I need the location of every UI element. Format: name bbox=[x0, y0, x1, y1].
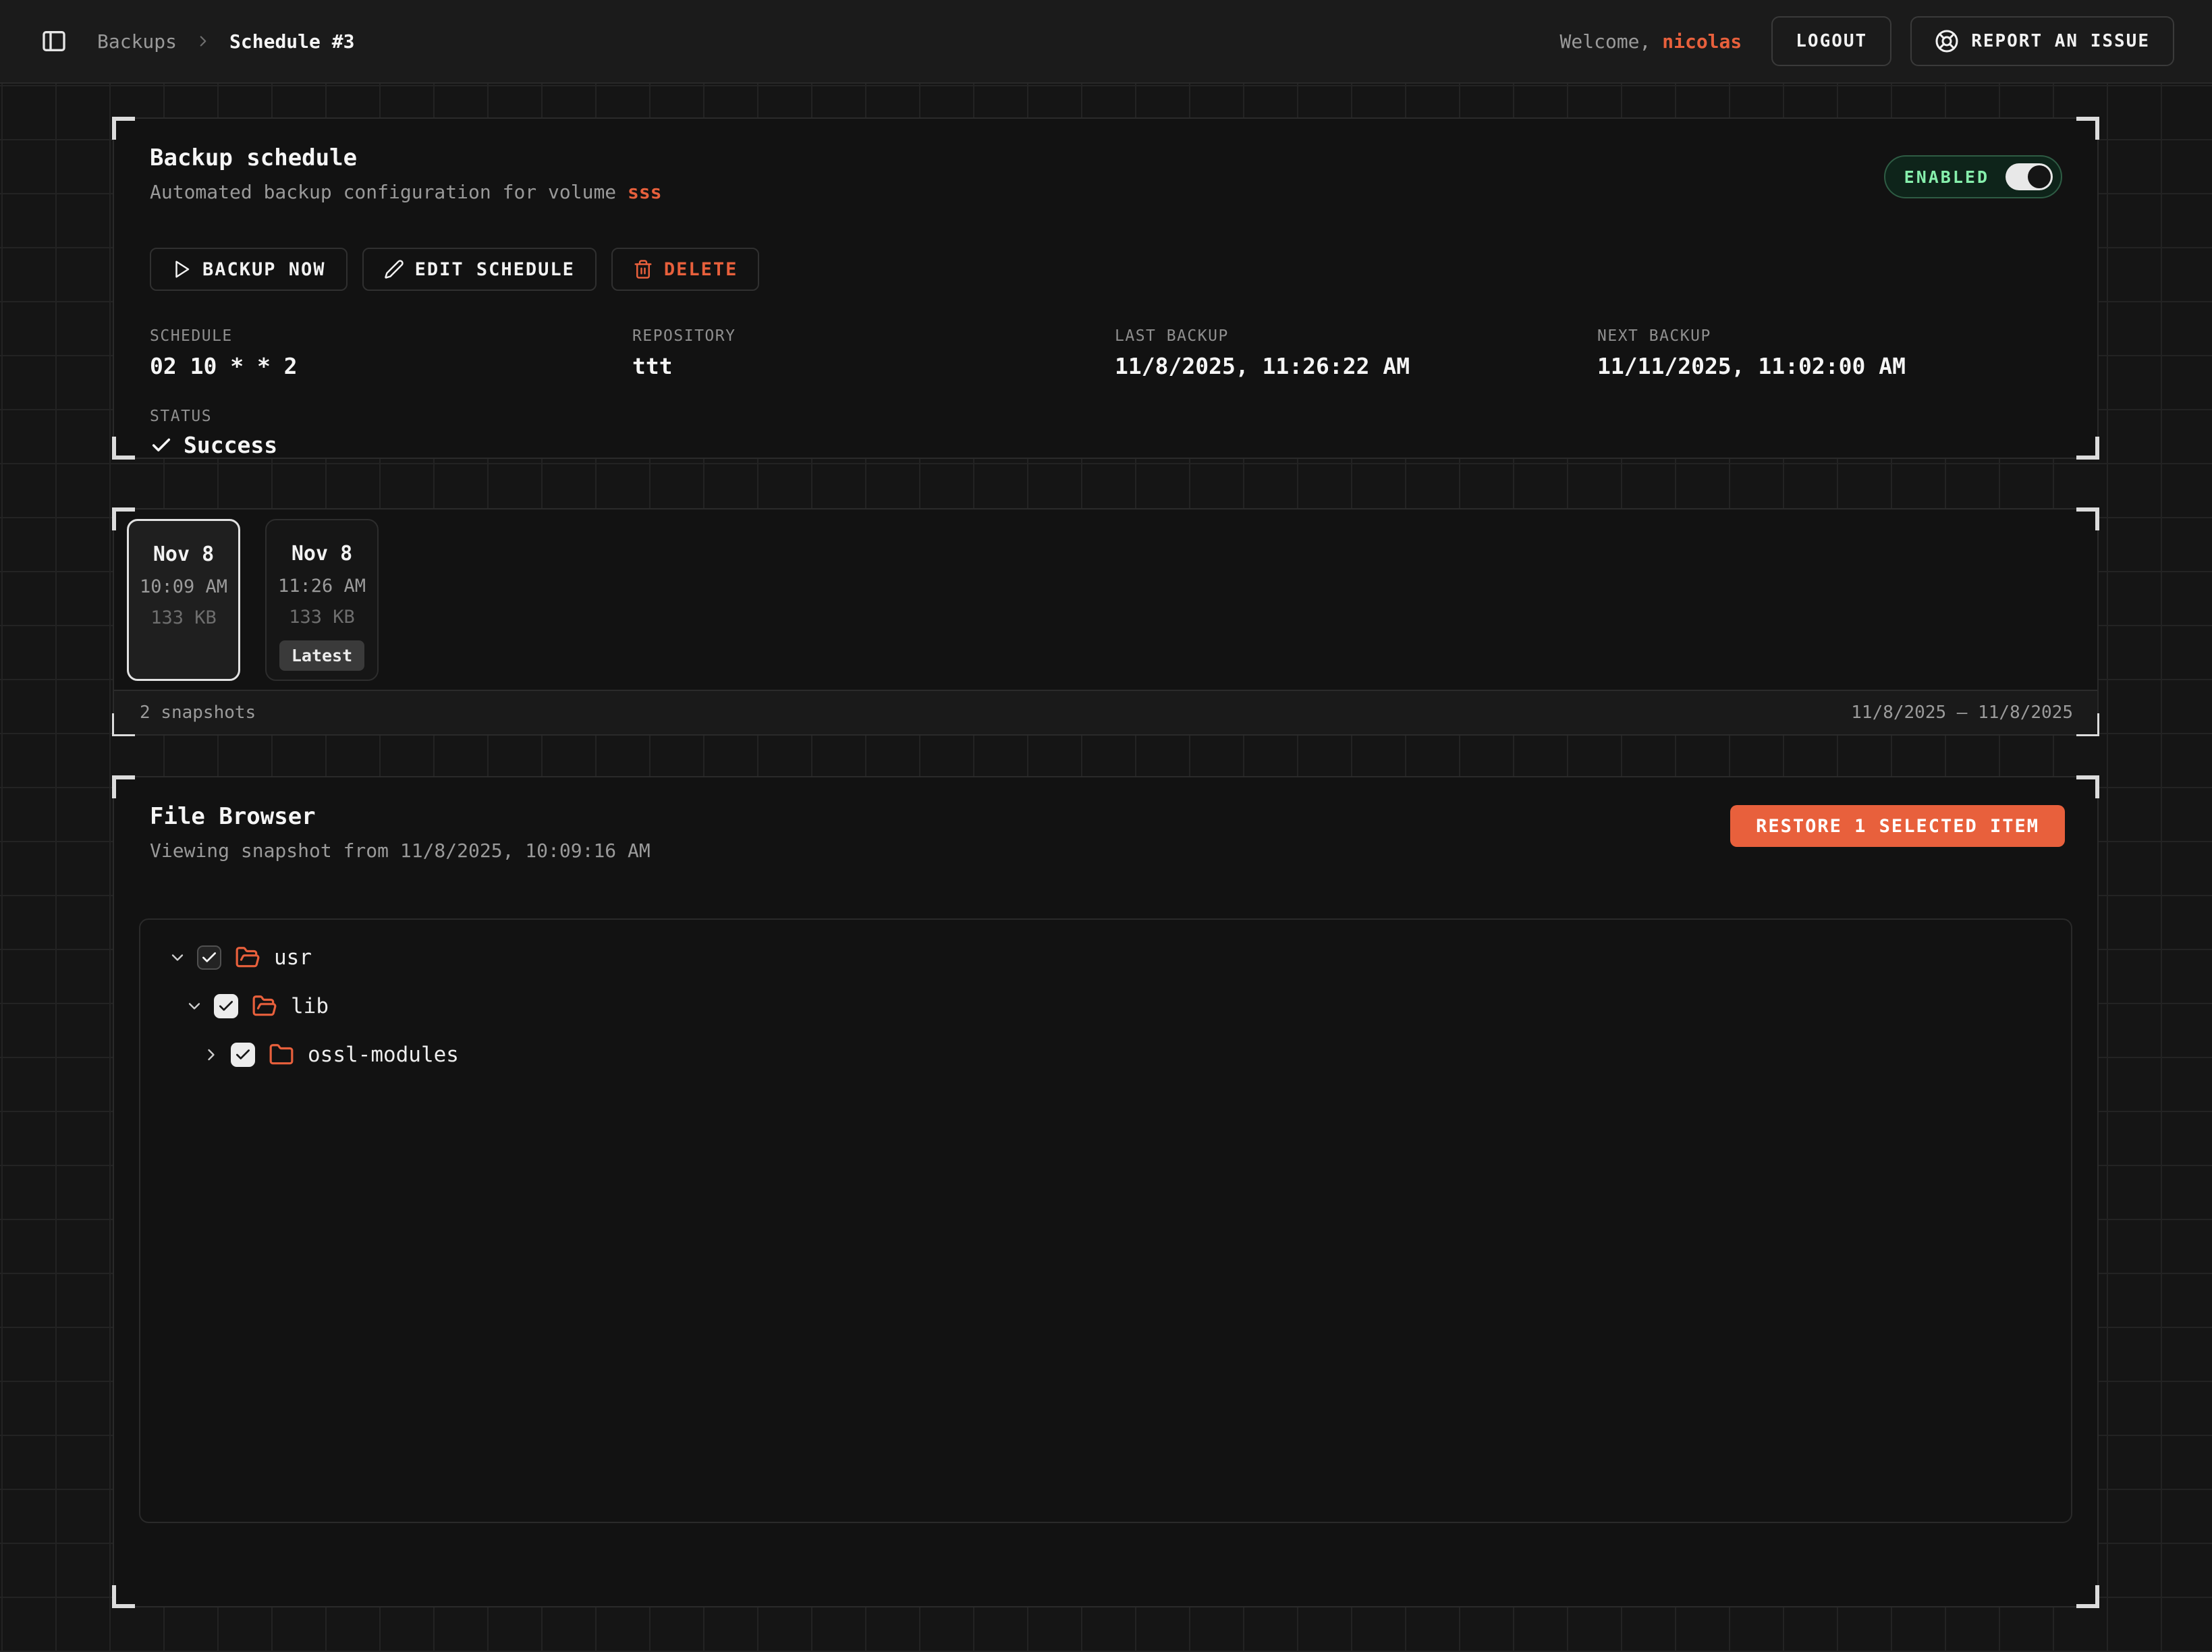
field-label: NEXT BACKUP bbox=[1597, 327, 2080, 345]
field-label: REPOSITORY bbox=[632, 327, 1115, 345]
welcome-text: Welcome, nicolas bbox=[1560, 30, 1742, 53]
chevron-right-icon bbox=[194, 32, 212, 50]
report-issue-label: REPORT AN ISSUE bbox=[1971, 31, 2150, 51]
tree-row-usr[interactable]: usr bbox=[140, 933, 2071, 982]
corner-bracket bbox=[112, 507, 135, 530]
username: nicolas bbox=[1662, 30, 1742, 53]
status-badge: Success bbox=[150, 432, 2064, 458]
welcome-prefix: Welcome, bbox=[1560, 30, 1651, 53]
breadcrumb-current: Schedule #3 bbox=[229, 30, 354, 53]
corner-bracket bbox=[112, 437, 135, 460]
tree-label-lib: lib bbox=[291, 994, 329, 1018]
panel-left-icon bbox=[40, 28, 67, 55]
schedule-card-title: Backup schedule bbox=[150, 144, 2064, 171]
toggle-knob bbox=[2028, 165, 2051, 188]
snapshot-date: Nov 8 bbox=[292, 542, 352, 566]
breadcrumb-backups[interactable]: Backups bbox=[97, 30, 177, 53]
snapshot-count: 2 snapshots bbox=[140, 703, 256, 723]
status-text: Success bbox=[184, 432, 277, 458]
corner-bracket bbox=[2076, 1585, 2099, 1608]
snapshot-date-range: 11/8/2025 – 11/8/2025 bbox=[1851, 703, 2073, 723]
chevron-right-icon[interactable] bbox=[201, 1045, 221, 1064]
enabled-toggle[interactable]: ENABLED bbox=[1884, 155, 2062, 198]
file-browser-card: File Browser Viewing snapshot from 11/8/… bbox=[113, 776, 2099, 1607]
snapshot-size: 133 KB bbox=[289, 607, 355, 628]
enabled-label: ENABLED bbox=[1904, 167, 1989, 187]
tree-row-ossl-modules[interactable]: ossl-modules bbox=[140, 1030, 2071, 1079]
schedule-card-subtitle: Automated backup configuration for volum… bbox=[150, 181, 2064, 203]
latest-badge: Latest bbox=[279, 640, 364, 671]
life-buoy-icon bbox=[1935, 29, 1959, 53]
snapshot-card-latest[interactable]: Nov 8 11:26 AM 133 KB Latest bbox=[265, 519, 379, 681]
snapshot-strip: Nov 8 10:09 AM 133 KB Nov 8 11:26 AM 133… bbox=[114, 510, 2097, 681]
field-label: LAST BACKUP bbox=[1115, 327, 1597, 345]
pencil-icon bbox=[384, 259, 404, 279]
status-label: STATUS bbox=[150, 408, 2064, 425]
delete-button[interactable]: DELETE bbox=[611, 248, 760, 291]
top-bar: Backups Schedule #3 Welcome, nicolas LOG… bbox=[0, 0, 2212, 84]
folder-icon bbox=[269, 1042, 294, 1068]
snapshots-card: Nov 8 10:09 AM 133 KB Nov 8 11:26 AM 133… bbox=[113, 508, 2099, 736]
trash-icon bbox=[633, 259, 653, 279]
field-next-backup: NEXT BACKUP 11/11/2025, 11:02:00 AM bbox=[1597, 327, 2080, 379]
sidebar-toggle-button[interactable] bbox=[40, 28, 67, 55]
restore-selected-button[interactable]: RESTORE 1 SELECTED ITEM bbox=[1730, 805, 2065, 847]
field-value: 11/11/2025, 11:02:00 AM bbox=[1597, 353, 2080, 379]
schedule-actions: BACKUP NOW EDIT SCHEDULE DELETE bbox=[150, 248, 2064, 291]
snapshot-time: 11:26 AM bbox=[278, 576, 366, 597]
field-label: SCHEDULE bbox=[150, 327, 632, 345]
volume-name: sss bbox=[628, 181, 662, 203]
backup-schedule-card: Backup schedule Automated backup configu… bbox=[113, 117, 2099, 459]
check-icon bbox=[150, 434, 173, 457]
corner-bracket bbox=[112, 775, 135, 798]
field-value: 11/8/2025, 11:26:22 AM bbox=[1115, 353, 1597, 379]
snapshot-date: Nov 8 bbox=[153, 543, 214, 566]
logout-button[interactable]: LOGOUT bbox=[1771, 16, 1891, 66]
breadcrumb: Backups Schedule #3 bbox=[97, 30, 354, 53]
schedule-fields: SCHEDULE 02 10 * * 2 REPOSITORY ttt LAST… bbox=[150, 327, 2064, 379]
folder-open-icon bbox=[252, 993, 277, 1019]
tree-label-usr: usr bbox=[274, 945, 312, 970]
tree-label-ossl-modules: ossl-modules bbox=[308, 1043, 459, 1067]
chevron-down-icon[interactable] bbox=[184, 997, 204, 1016]
field-repository: REPOSITORY ttt bbox=[632, 327, 1115, 379]
chevron-down-icon[interactable] bbox=[167, 948, 188, 967]
file-tree: usr lib ossl-modules bbox=[139, 918, 2072, 1523]
tree-row-lib[interactable]: lib bbox=[140, 982, 2071, 1030]
toggle-switch[interactable] bbox=[2006, 163, 2053, 190]
corner-bracket bbox=[2076, 775, 2099, 798]
corner-bracket bbox=[2076, 437, 2099, 460]
field-schedule: SCHEDULE 02 10 * * 2 bbox=[150, 327, 632, 379]
snapshot-time: 10:09 AM bbox=[140, 576, 227, 597]
corner-bracket bbox=[112, 117, 135, 140]
checkbox-lib[interactable] bbox=[214, 994, 238, 1018]
field-last-backup: LAST BACKUP 11/8/2025, 11:26:22 AM bbox=[1115, 327, 1597, 379]
field-status: STATUS Success bbox=[150, 408, 2064, 458]
corner-bracket bbox=[2076, 117, 2099, 140]
edit-schedule-label: EDIT SCHEDULE bbox=[415, 259, 575, 280]
snapshot-card-selected[interactable]: Nov 8 10:09 AM 133 KB bbox=[127, 519, 240, 681]
folder-open-icon bbox=[235, 945, 260, 970]
play-icon bbox=[171, 259, 192, 279]
snapshot-size: 133 KB bbox=[150, 607, 217, 628]
backup-now-label: BACKUP NOW bbox=[202, 259, 326, 280]
snapshots-footer: 2 snapshots 11/8/2025 – 11/8/2025 bbox=[114, 690, 2097, 734]
checkbox-ossl-modules[interactable] bbox=[231, 1043, 255, 1067]
edit-schedule-button[interactable]: EDIT SCHEDULE bbox=[362, 248, 597, 291]
delete-label: DELETE bbox=[664, 259, 738, 280]
logout-label: LOGOUT bbox=[1796, 31, 1867, 51]
subtitle-prefix: Automated backup configuration for volum… bbox=[150, 181, 628, 203]
corner-bracket bbox=[112, 1585, 135, 1608]
field-value: ttt bbox=[632, 353, 1115, 379]
corner-bracket bbox=[2076, 507, 2099, 530]
field-value: 02 10 * * 2 bbox=[150, 353, 632, 379]
backup-now-button[interactable]: BACKUP NOW bbox=[150, 248, 348, 291]
report-issue-button[interactable]: REPORT AN ISSUE bbox=[1910, 16, 2174, 66]
checkbox-usr[interactable] bbox=[197, 945, 221, 970]
